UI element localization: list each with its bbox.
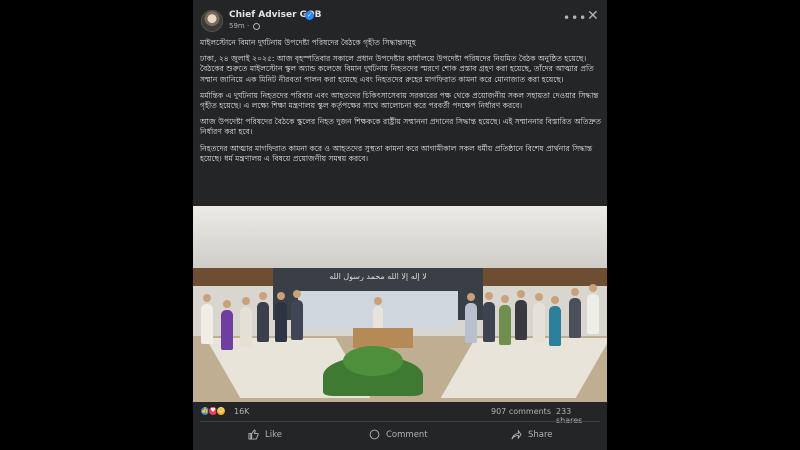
photo-person-head — [535, 293, 543, 301]
photo-wall-calligraphy: لا إله إلا الله محمد رسول الله — [329, 272, 427, 281]
reactions-bar: 👍 ♥ ☺ 16K 907 comments 233 shares — [200, 406, 600, 425]
photo-person — [465, 303, 477, 343]
post-title: মাইলস্টোনে বিমান দুর্ঘটনায় উপদেষ্টা পরি… — [200, 38, 416, 47]
thumbs-up-icon — [248, 429, 259, 440]
post-body: মাইলস্টোনে বিমান দুর্ঘটনায় উপদেষ্টা পরি… — [200, 38, 602, 170]
comment-button[interactable]: Comment — [369, 424, 428, 446]
globe-icon — [253, 22, 261, 30]
photo-flower-arrangement-top — [343, 346, 403, 376]
post-paragraph: ঢাকা, ২৪ জুলাই ২০২৫: আজ বৃহস্পতিবার সকাল… — [200, 54, 594, 84]
share-count[interactable]: 233 shares — [556, 407, 600, 425]
photo-person-head — [277, 292, 285, 300]
actions-divider — [200, 421, 600, 422]
photo-person-head — [259, 292, 267, 300]
photo-person — [549, 306, 561, 346]
photo-person-head — [467, 293, 475, 301]
photo-person — [569, 298, 581, 338]
share-icon — [511, 429, 522, 440]
post-actions: Like Comment Share — [193, 424, 607, 448]
photo-person-head — [293, 290, 301, 298]
avatar[interactable] — [201, 10, 223, 32]
photo-person — [275, 302, 287, 342]
post-paragraph: আজ উপদেষ্টা পরিষদের বৈঠকে স্কুলের নিহত দ… — [200, 117, 601, 137]
comment-count[interactable]: 907 comments — [491, 407, 551, 416]
comment-label: Comment — [386, 430, 428, 440]
like-button[interactable]: Like — [248, 424, 282, 446]
close-icon[interactable]: ✕ — [587, 8, 599, 24]
post-paragraph: মর্মান্তিক এ দুর্ঘটনায় নিহতদের পরিবার এ… — [200, 90, 599, 111]
comment-icon — [369, 429, 380, 440]
photo-person-head — [223, 300, 231, 308]
facebook-post-card: Chief Adviser GOB ✓ 59m · ••• ✕ মাইলস্টো… — [193, 0, 607, 450]
post-photo[interactable]: لا إله إلا الله محمد رسول الله — [193, 206, 607, 402]
share-button[interactable]: Share — [511, 424, 553, 446]
care-icon[interactable]: ☺ — [216, 406, 226, 416]
photo-person-head — [551, 296, 559, 304]
verified-badge-icon: ✓ — [305, 11, 314, 20]
post-time[interactable]: 59m — [229, 22, 245, 30]
photo-person-head — [485, 292, 493, 300]
photo-person — [201, 304, 213, 344]
photo-person-head — [571, 288, 579, 296]
photo-person — [257, 302, 269, 342]
post-header: Chief Adviser GOB ✓ 59m · ••• ✕ — [193, 0, 607, 38]
photo-person — [373, 306, 383, 328]
photo-person-head — [589, 284, 597, 292]
like-label: Like — [265, 430, 282, 440]
photo-person-head — [203, 294, 211, 302]
reaction-count[interactable]: 16K — [234, 407, 249, 416]
photo-person-head — [374, 297, 382, 305]
photo-person — [221, 310, 233, 350]
photo-person-head — [242, 297, 250, 305]
photo-person-head — [501, 295, 509, 303]
photo-person — [499, 305, 511, 345]
photo-podium — [353, 328, 413, 348]
photo-person — [483, 302, 495, 342]
post-meta: 59m · — [229, 22, 261, 30]
photo-person — [291, 300, 303, 340]
photo-person — [533, 303, 545, 343]
photo-person — [240, 307, 252, 347]
share-label: Share — [528, 430, 553, 440]
more-icon[interactable]: ••• — [563, 11, 587, 25]
photo-ceiling — [193, 206, 607, 268]
photo-person — [587, 294, 599, 334]
photo-person — [515, 300, 527, 340]
photo-person-head — [517, 290, 525, 298]
post-paragraph: নিহতদের আত্মার মাগফিরাত কামনা করে ও আহতদ… — [200, 143, 593, 163]
